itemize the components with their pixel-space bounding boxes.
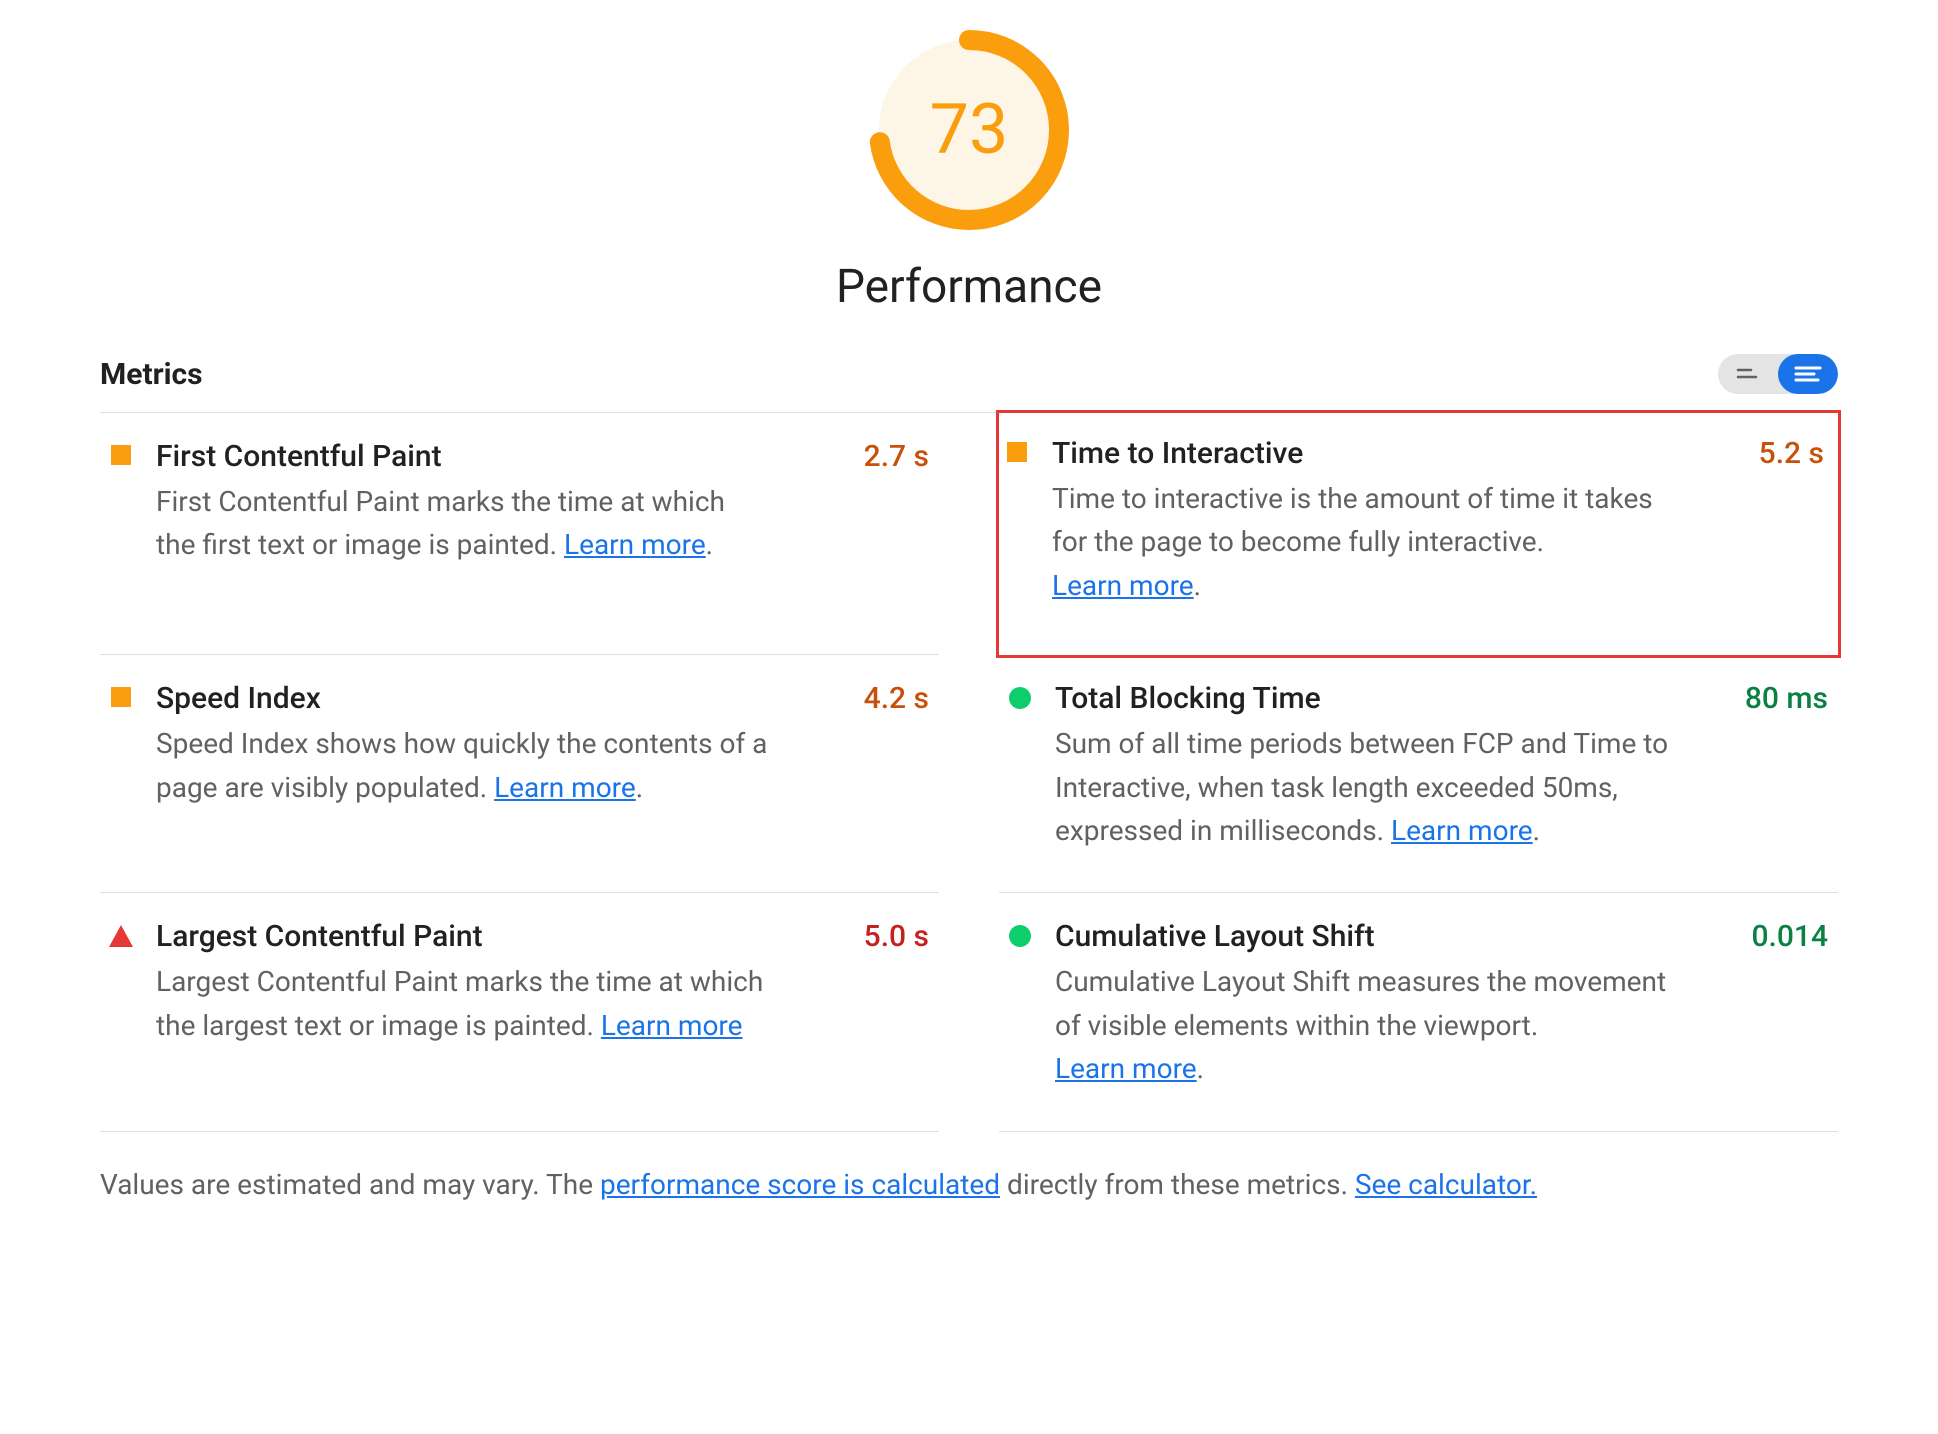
footnote-link-calculator[interactable]: See calculator. bbox=[1355, 1168, 1537, 1201]
circle-icon bbox=[1009, 925, 1031, 947]
metric-title: Time to Interactive bbox=[1052, 436, 1673, 471]
metric-status-icon bbox=[1007, 919, 1033, 1090]
performance-gauge: 73 Performance bbox=[100, 30, 1838, 314]
metric-description-text: Cumulative Layout Shift measures the mov… bbox=[1055, 965, 1666, 1041]
view-toggle-compact[interactable] bbox=[1718, 354, 1778, 394]
metric-description-text: Time to interactive is the amount of tim… bbox=[1052, 482, 1653, 558]
circle-icon bbox=[1009, 687, 1031, 709]
learn-more-link[interactable]: Learn more bbox=[564, 528, 706, 561]
metric-title: Total Blocking Time bbox=[1055, 681, 1670, 716]
metric-title: Speed Index bbox=[156, 681, 771, 716]
learn-more-link[interactable]: Learn more bbox=[494, 771, 636, 804]
metric-cumulative-layout-shift: Cumulative Layout Shift Cumulative Layout… bbox=[999, 893, 1838, 1131]
score-label: Performance bbox=[836, 260, 1102, 314]
metric-status-icon bbox=[108, 919, 134, 1090]
metric-largest-contentful-paint: Largest Contentful Paint Largest Contentf… bbox=[100, 893, 939, 1131]
metric-status-icon bbox=[108, 439, 134, 614]
metrics-header: Metrics bbox=[100, 354, 1838, 413]
metric-description-text: Speed Index shows how quickly the conten… bbox=[156, 727, 767, 803]
view-toggle-expanded[interactable] bbox=[1778, 354, 1838, 394]
metric-description: Speed Index shows how quickly the conten… bbox=[156, 722, 771, 809]
metric-value: 80 ms bbox=[1745, 681, 1828, 716]
metric-value: 5.0 s bbox=[864, 919, 929, 954]
learn-more-link[interactable]: Learn more bbox=[1055, 1052, 1197, 1085]
metric-title: Cumulative Layout Shift bbox=[1055, 919, 1670, 954]
metric-body: Largest Contentful Paint Largest Contentf… bbox=[156, 919, 931, 1090]
trailing-period: . bbox=[1194, 569, 1201, 602]
metric-value: 0.014 bbox=[1751, 919, 1828, 954]
metric-description: Largest Contentful Paint marks the time … bbox=[156, 960, 771, 1047]
metric-body: First Contentful Paint First Contentful P… bbox=[156, 439, 931, 614]
metric-status-icon bbox=[1007, 681, 1033, 852]
trailing-period: . bbox=[1197, 1052, 1204, 1085]
score-value: 73 bbox=[869, 30, 1069, 230]
metric-value: 5.2 s bbox=[1759, 436, 1824, 471]
learn-more-link[interactable]: Learn more bbox=[1391, 814, 1533, 847]
metric-title: First Contentful Paint bbox=[156, 439, 771, 474]
metrics-title: Metrics bbox=[100, 357, 203, 392]
trailing-period: . bbox=[706, 528, 713, 561]
trailing-period: . bbox=[636, 771, 643, 804]
metric-total-blocking-time: Total Blocking Time Sum of all time perio… bbox=[999, 655, 1838, 893]
metric-description: Cumulative Layout Shift measures the mov… bbox=[1055, 960, 1670, 1090]
metric-value: 2.7 s bbox=[864, 439, 929, 474]
view-toggle bbox=[1718, 354, 1838, 394]
trailing-period: . bbox=[1533, 814, 1540, 847]
metric-description-text: Sum of all time periods between FCP and … bbox=[1055, 727, 1668, 847]
expanded-lines-icon bbox=[1794, 364, 1822, 384]
score-gauge: 73 bbox=[869, 30, 1069, 230]
footnote: Values are estimated and may vary. The p… bbox=[100, 1168, 1838, 1201]
square-icon bbox=[1007, 442, 1027, 462]
metric-body: Speed Index Speed Index shows how quickly… bbox=[156, 681, 931, 852]
metric-description: Sum of all time periods between FCP and … bbox=[1055, 722, 1670, 852]
footnote-middle: directly from these metrics. bbox=[1000, 1168, 1355, 1201]
metrics-grid: First Contentful Paint First Contentful P… bbox=[100, 413, 1838, 1132]
learn-more-link[interactable]: Learn more bbox=[601, 1009, 743, 1042]
metric-description: Time to interactive is the amount of tim… bbox=[1052, 477, 1673, 607]
metric-body: Cumulative Layout Shift Cumulative Layout… bbox=[1055, 919, 1830, 1090]
metric-time-to-interactive: Time to Interactive Time to interactive i… bbox=[996, 410, 1841, 658]
square-icon bbox=[111, 445, 131, 465]
metric-value: 4.2 s bbox=[864, 681, 929, 716]
footnote-link-score-calc[interactable]: performance score is calculated bbox=[600, 1168, 1000, 1201]
square-icon bbox=[111, 687, 131, 707]
compact-lines-icon bbox=[1736, 365, 1760, 383]
metric-status-icon bbox=[1004, 436, 1030, 607]
learn-more-link[interactable]: Learn more bbox=[1052, 569, 1194, 602]
metric-speed-index: Speed Index Speed Index shows how quickly… bbox=[100, 655, 939, 893]
footnote-prefix: Values are estimated and may vary. The bbox=[100, 1168, 600, 1201]
metric-body: Time to Interactive Time to interactive i… bbox=[1052, 436, 1833, 607]
metric-first-contentful-paint: First Contentful Paint First Contentful P… bbox=[100, 413, 939, 655]
metric-description: First Contentful Paint marks the time at… bbox=[156, 480, 771, 567]
metric-body: Total Blocking Time Sum of all time perio… bbox=[1055, 681, 1830, 852]
triangle-icon bbox=[109, 925, 133, 947]
metric-title: Largest Contentful Paint bbox=[156, 919, 771, 954]
metric-status-icon bbox=[108, 681, 134, 852]
